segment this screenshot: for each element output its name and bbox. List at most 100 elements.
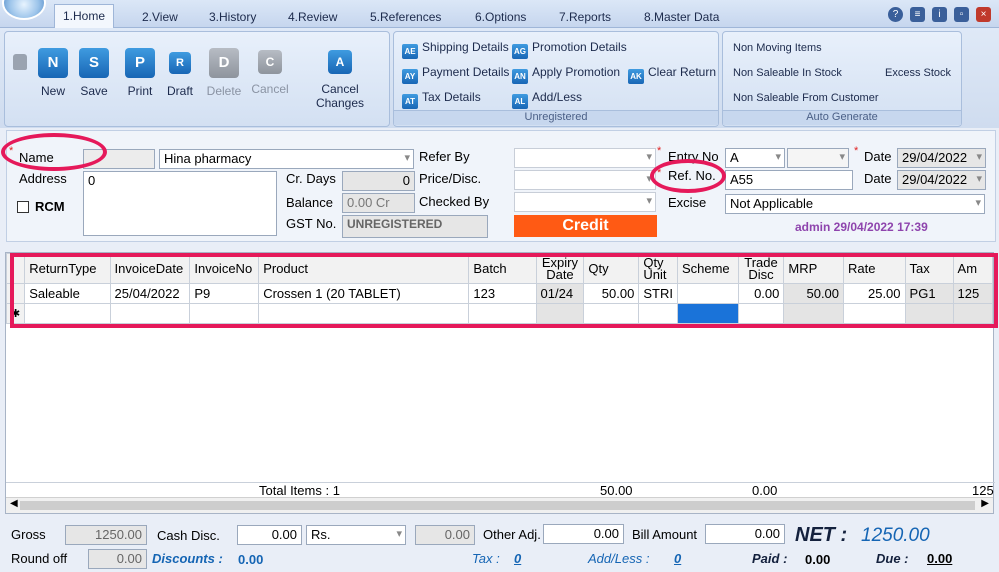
tab-reports[interactable]: 7.Reports [551, 6, 619, 28]
clear-return-button[interactable]: AK Clear Return [628, 63, 716, 84]
rcm-checkbox[interactable] [17, 201, 29, 213]
toolbar-group-unregistered: AE Shipping Details AY Payment Details AT T… [393, 31, 719, 127]
payment-label: Payment Details [422, 65, 510, 79]
ref-no-highlight [650, 159, 726, 193]
add-less-total-value[interactable]: 0 [674, 551, 681, 566]
new-label: New [40, 84, 65, 98]
cancel-changes-button[interactable]: A Cancel Changes [297, 44, 383, 110]
app-logo[interactable] [2, 0, 46, 20]
toolbar-group-actions: N New S Save P Print R Draft D Delete C Cancel… [4, 31, 390, 127]
save-button[interactable]: S Save [71, 44, 117, 98]
draft-button[interactable]: R Draft [157, 44, 203, 98]
print-label: Print [127, 84, 153, 98]
refer-by-label: Refer By [419, 149, 470, 164]
cr-days-field[interactable]: 0 [342, 171, 415, 191]
delete-button[interactable]: D Delete [201, 44, 247, 98]
tab-review[interactable]: 4.Review [280, 6, 345, 28]
apply-promotion-button[interactable]: AN Apply Promotion [512, 63, 621, 84]
tax-details-label: Tax Details [422, 90, 481, 104]
tab-options[interactable]: 6.Options [467, 6, 534, 28]
total-qty: 50.00 [600, 483, 633, 498]
cash-disc-unit-select[interactable]: Rs. [306, 525, 406, 545]
new-button[interactable]: N New [30, 44, 76, 98]
menu-tab-bar: 1.Home 2.View 3.History 4.Review 5.Refer… [0, 0, 999, 29]
excise-field[interactable]: Not Applicable [725, 194, 985, 214]
scroll-right-icon[interactable]: ▶ [981, 498, 989, 509]
tab-master-data[interactable]: 8.Master Data [636, 6, 727, 28]
ref-no-field[interactable]: A55 [725, 170, 853, 190]
cancel-button[interactable]: C Cancel [247, 44, 293, 96]
price-disc-field[interactable] [514, 170, 656, 190]
user-timestamp: admin 29/04/2022 17:39 [795, 220, 928, 234]
balance-label: Balance [286, 195, 333, 210]
non-saleable-in-stock-button[interactable]: Non Saleable In Stock [733, 67, 842, 79]
date-label: Date [864, 149, 892, 164]
shipping-details-button[interactable]: AE Shipping Details [402, 38, 509, 59]
entry-no-field[interactable] [787, 148, 849, 168]
tax-label[interactable]: Tax : [472, 551, 500, 566]
bill-amount-field[interactable]: 0.00 [705, 524, 785, 544]
tab-home[interactable]: 1.Home [54, 4, 115, 29]
credit-button[interactable]: Credit [514, 215, 657, 237]
price-disc-label: Price/Disc. [419, 171, 482, 186]
checked-by-field[interactable] [514, 192, 656, 212]
paid-value: 0.00 [805, 552, 831, 567]
save-icon: S [79, 48, 109, 78]
shipping-label: Shipping Details [422, 40, 509, 54]
cash-disc-label: Cash Disc. [157, 528, 220, 543]
required-marker: * [854, 145, 859, 157]
excise-label: Excise [668, 195, 707, 210]
non-saleable-from-customer-button[interactable]: Non Saleable From Customer [733, 92, 879, 104]
payment-icon: AY [402, 69, 418, 84]
tax-value[interactable]: 0 [514, 551, 521, 566]
gst-label: GST No. [286, 216, 337, 231]
help-icon[interactable]: ? [888, 7, 903, 22]
name-field[interactable]: Hina pharmacy [159, 149, 414, 169]
entry-date-field[interactable]: 29/04/2022 [897, 148, 986, 168]
toolbar-group-auto-generate: Non Moving Items Non Saleable In Stock N… [722, 31, 962, 127]
checked-by-label: Checked By [419, 194, 490, 209]
items-grid: ReturnType InvoiceDate InvoiceNo Product… [5, 252, 998, 514]
ref-date-field[interactable]: 29/04/2022 [897, 170, 986, 190]
shipping-icon: AE [402, 44, 418, 59]
draft-icon: R [169, 52, 191, 74]
entry-no-prefix-field[interactable]: A [725, 148, 785, 168]
tab-view[interactable]: 2.View [134, 6, 186, 28]
round-off-field: 0.00 [88, 549, 147, 569]
scroll-left-icon[interactable]: ◀ [10, 498, 18, 509]
exit-icon[interactable]: × [976, 7, 991, 22]
print-setup-icon[interactable]: ≡ [910, 7, 925, 22]
excess-stock-button[interactable]: Excess Stock [885, 67, 951, 79]
info-icon[interactable]: i [932, 7, 947, 22]
tab-references[interactable]: 5.References [362, 6, 449, 28]
due-value[interactable]: 0.00 [927, 551, 952, 566]
scroll-thumb[interactable] [20, 501, 975, 510]
lock-icon[interactable] [13, 54, 27, 70]
payment-details-button[interactable]: AY Payment Details [402, 63, 510, 84]
non-moving-items-button[interactable]: Non Moving Items [733, 42, 822, 54]
due-label: Due : [876, 551, 909, 566]
delete-label: Delete [206, 84, 242, 98]
apply-promotion-label: Apply Promotion [532, 65, 621, 79]
gross-label: Gross [11, 527, 46, 542]
draft-label: Draft [166, 84, 193, 98]
round-off-label: Round off [11, 551, 68, 566]
discounts-label[interactable]: Discounts : [152, 551, 223, 566]
other-adj-field[interactable]: 0.00 [543, 524, 624, 544]
promotion-label: Promotion Details [532, 40, 627, 54]
refer-by-field[interactable] [514, 148, 656, 168]
cash-disc-field[interactable]: 0.00 [237, 525, 302, 545]
bill-amount-label: Bill Amount [632, 527, 698, 542]
tax-details-button[interactable]: AT Tax Details [402, 88, 481, 109]
add-less-total-label[interactable]: Add/Less : [588, 551, 649, 566]
tab-history[interactable]: 3.History [201, 6, 264, 28]
total-amount: 125 [972, 483, 994, 498]
add-less-button[interactable]: AL Add/Less [512, 88, 582, 109]
cancel-changes-icon: A [328, 50, 352, 74]
address-field[interactable]: 0 [83, 171, 277, 236]
document-icon[interactable]: ▫ [954, 7, 969, 22]
horizontal-scrollbar[interactable]: ◀ ▶ [6, 497, 993, 513]
promotion-details-button[interactable]: AG Promotion Details [512, 38, 627, 59]
new-icon: N [38, 48, 68, 78]
group-label-unregistered: Unregistered [394, 110, 718, 125]
